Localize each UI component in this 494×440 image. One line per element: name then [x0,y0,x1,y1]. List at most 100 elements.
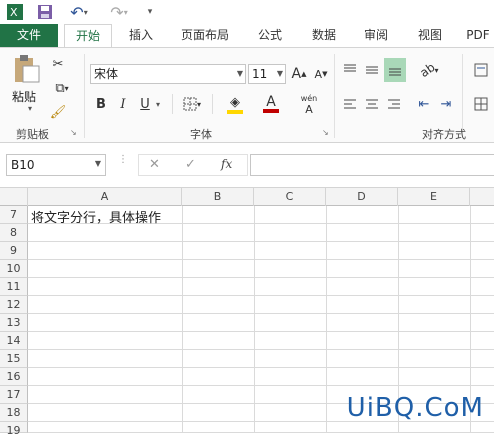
tab-view[interactable]: 视图 [408,24,452,47]
save-icon[interactable] [36,3,54,21]
splitter-dots-icon[interactable]: ⋮ [118,155,128,165]
align-bottom-icon[interactable] [384,58,406,82]
align-right-icon[interactable] [384,94,404,114]
grow-font-button[interactable]: A ▲ [290,64,308,84]
tab-data[interactable]: 数据 [302,24,346,47]
tab-pdf[interactable]: PDF [462,24,494,47]
row-header-14[interactable]: 14 [0,332,28,350]
redo-icon: ↷ [110,2,124,22]
row-header-9[interactable]: 9 [0,242,28,260]
table-row[interactable] [28,422,494,433]
table-row[interactable] [28,296,494,314]
borders-icon [183,97,197,111]
cut-icon[interactable]: ✂ [48,54,68,74]
align-top-icon[interactable] [340,60,360,80]
phonetic-guide-button[interactable]: wén A [296,90,322,118]
row-header-8[interactable]: 8 [0,224,28,242]
copy-icon[interactable]: ⧉ ▾ [48,78,76,98]
table-row[interactable] [28,224,494,242]
column-header-f[interactable] [470,188,494,206]
row-header-19[interactable]: 19 [0,422,28,437]
align-middle-icon[interactable] [362,60,382,80]
row-header-15[interactable]: 15 [0,350,28,368]
excel-logo-icon: X [6,3,24,21]
column-header-c[interactable]: C [254,188,326,206]
table-row[interactable] [28,350,494,368]
paint-bucket-icon: ◈ [230,94,240,110]
row-header-17[interactable]: 17 [0,386,28,404]
table-row[interactable] [28,260,494,278]
row-header-18[interactable]: 18 [0,404,28,422]
divider [334,54,335,138]
row-header-16[interactable]: 16 [0,368,28,386]
underline-button[interactable]: U [136,94,154,114]
fill-color-button[interactable]: ◈ [220,92,250,116]
paste-button[interactable] [8,54,44,84]
tab-insert[interactable]: 插入 [118,24,164,47]
chevron-down-icon[interactable]: ▼ [95,159,101,168]
fill-color-swatch [227,109,243,114]
customize-qat-icon[interactable]: ▾ [143,3,157,21]
row-header-7[interactable]: 7 [0,206,28,224]
row-header-11[interactable]: 11 [0,278,28,296]
alignment-group-label: 对齐方式 [422,128,466,141]
chevron-down-icon: ▼ [276,69,283,78]
decrease-indent-icon[interactable]: ⇤ [414,94,434,114]
enter-icon[interactable]: ✓ [185,157,196,172]
column-header-b[interactable]: B [182,188,254,206]
tab-file[interactable]: 文件 [0,24,58,47]
quick-access-toolbar: X ↶ ▾ ↷ ▾ ▾ [0,0,494,24]
orientation-icon[interactable]: ab ▾ [416,60,442,80]
italic-button[interactable]: I [114,94,132,114]
paste-dropdown-icon[interactable]: ▾ [28,104,32,113]
tab-page-layout[interactable]: 页面布局 [170,24,240,47]
redo-button[interactable]: ↷ ▾ [106,2,132,22]
align-left-icon[interactable] [340,94,360,114]
font-size-combo[interactable]: 11 ▼ [248,64,286,84]
font-color-icon: A [266,94,276,110]
table-row[interactable] [28,368,494,386]
select-all-corner[interactable] [0,188,28,206]
clipboard-launcher-icon[interactable]: ↘ [70,128,77,137]
increase-indent-icon[interactable]: ⇥ [436,94,456,114]
format-painter-icon[interactable]: 🖌 [48,102,68,122]
bold-button[interactable]: B [92,94,110,114]
undo-button[interactable]: ↶ ▾ [66,2,92,22]
cancel-icon[interactable]: ✕ [149,157,160,172]
borders-button[interactable]: ▾ [178,94,206,114]
table-row[interactable] [28,278,494,296]
formula-input[interactable] [250,154,494,176]
column-header-e[interactable]: E [398,188,470,206]
column-header-d[interactable]: D [326,188,398,206]
merge-center-icon[interactable] [468,94,494,114]
name-box-value: B10 [11,158,35,172]
table-row[interactable] [28,332,494,350]
shrink-font-button[interactable]: A ▼ [312,64,330,84]
tab-review[interactable]: 审阅 [354,24,398,47]
font-color-button[interactable]: A [256,92,286,116]
table-row[interactable] [28,242,494,260]
table-row[interactable] [28,314,494,332]
divider [172,94,173,114]
name-box[interactable]: B10 ▼ [6,154,106,176]
insert-function-icon[interactable]: fx [221,157,232,171]
tab-home[interactable]: 开始 [64,24,112,47]
row-header-13[interactable]: 13 [0,314,28,332]
tab-formulas[interactable]: 公式 [248,24,292,47]
font-launcher-icon[interactable]: ↘ [322,128,329,137]
underline-dropdown-icon[interactable]: ▾ [156,100,160,109]
align-center-icon[interactable] [362,94,382,114]
row-header-10[interactable]: 10 [0,260,28,278]
divider [212,94,213,114]
paste-label[interactable]: 粘贴 [12,88,36,105]
row-header-12[interactable]: 12 [0,296,28,314]
font-name-value: 宋体 [94,67,119,81]
divider [84,54,85,138]
column-header-a[interactable]: A [28,188,182,206]
wrap-text-icon[interactable] [468,60,494,80]
ribbon-home: 粘贴 ▾ ✂ ⧉ ▾ 🖌 剪贴板 ↘ 宋体 ▼ 11 ▼ A ▲ A ▼ B I U … [0,47,494,143]
formula-buttons: ✕ ✓ fx [138,154,248,176]
svg-text:X: X [10,6,18,19]
font-name-combo[interactable]: 宋体 ▼ [90,64,246,84]
undo-icon: ↶ [70,2,84,22]
